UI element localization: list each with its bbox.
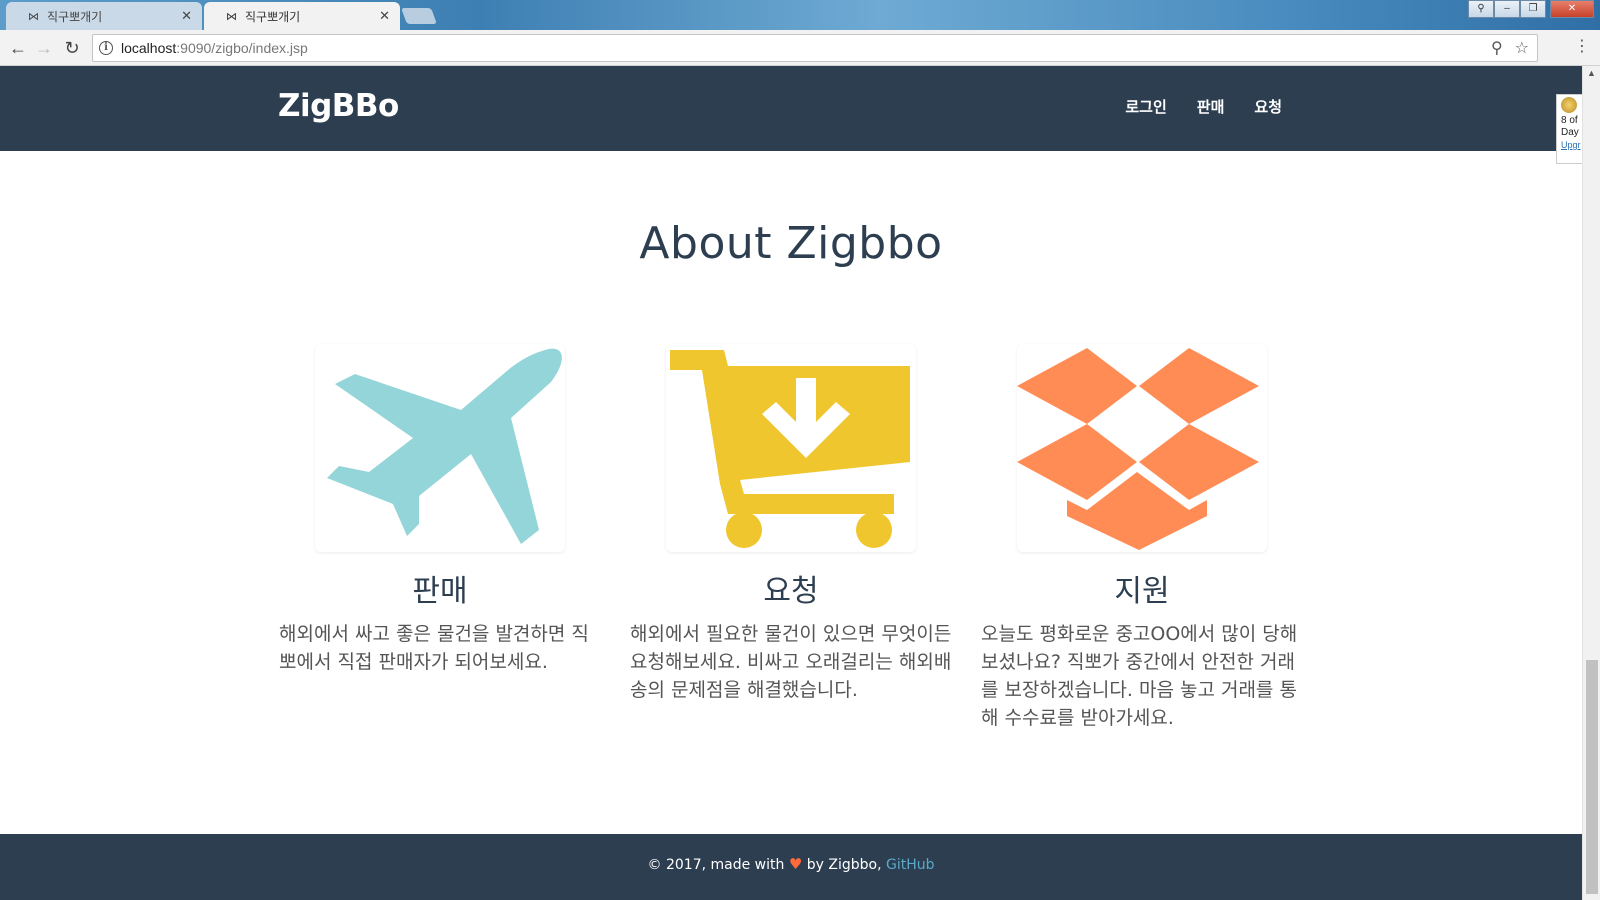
forward-arrow-icon[interactable]: → xyxy=(32,36,56,60)
feature-heading: 요청 xyxy=(763,574,819,609)
feature-text: 해외에서 싸고 좋은 물건을 발견하면 직뽀에서 직접 판매자가 되어보세요. xyxy=(279,623,589,673)
url-path: :9090/zigbo/index.jsp xyxy=(176,40,308,56)
about-title: About Zigbbo xyxy=(639,218,943,269)
url-text: localhost:9090/zigbo/index.jsp xyxy=(121,40,308,56)
airplane-icon xyxy=(327,348,562,544)
tab-title: 직구뽀개기 xyxy=(245,9,301,24)
footer-middle: by Zigbbo, xyxy=(806,857,882,873)
extension-widget[interactable]: 8 of Day Upgr xyxy=(1556,94,1582,164)
feature-text: 해외에서 필요한 물건이 있으면 무엇이든 요청해보세요. 비싸고 오래걸리는 … xyxy=(630,623,952,701)
scroll-up-arrow-icon[interactable]: ▲ xyxy=(1587,68,1596,78)
page-scrollbar[interactable]: ▲ xyxy=(1582,66,1600,900)
widget-line1: 8 of xyxy=(1561,115,1578,126)
minimize-button[interactable]: – xyxy=(1494,0,1520,18)
feature-text: 오늘도 평화로운 중고OO에서 많이 당해보셨나요? 직뽀가 중간에서 안전한 … xyxy=(981,623,1298,729)
clock-icon xyxy=(1561,97,1577,113)
bowtie-icon: ⋈ xyxy=(226,9,237,23)
widget-upgrade-link[interactable]: Upgr xyxy=(1561,140,1581,150)
cart-download-icon xyxy=(670,350,910,548)
widget-line2: Day xyxy=(1561,127,1579,138)
bookmark-star-icon[interactable]: ☆ xyxy=(1515,38,1529,58)
back-arrow-icon[interactable]: ← xyxy=(6,36,30,60)
profile-icon[interactable]: ⚲ xyxy=(1468,0,1494,18)
menu-dots-icon[interactable]: ⋮ xyxy=(1574,36,1590,56)
heart-icon: ♥ xyxy=(788,855,803,873)
url-host: localhost xyxy=(121,40,177,56)
nav-login[interactable]: 로그인 xyxy=(1125,96,1166,117)
feature-image xyxy=(1017,344,1267,552)
feature-image xyxy=(666,344,916,552)
nav-sell[interactable]: 판매 xyxy=(1197,96,1225,117)
page-viewport: ZigBBo 로그인 판매 요청 8 of Day Upgr About Zig… xyxy=(0,66,1582,900)
bowtie-icon: ⋈ xyxy=(28,9,39,23)
site-nav-links: 로그인 판매 요청 xyxy=(1125,96,1282,117)
browser-titlebar: ⋈ 직구뽀개기 ✕ ⋈ 직구뽀개기 ✕ ⚲ – ❐ ✕ xyxy=(0,0,1600,30)
feature-image xyxy=(315,344,565,552)
address-bar[interactable]: i localhost:9090/zigbo/index.jsp ⚲ ☆ xyxy=(92,34,1538,62)
footer-prefix: © 2017, made with xyxy=(647,857,785,873)
site-brand[interactable]: ZigBBo xyxy=(278,88,399,124)
tab-close-icon[interactable]: ✕ xyxy=(181,9,192,24)
tab-title: 직구뽀개기 xyxy=(47,9,103,24)
info-icon[interactable]: i xyxy=(99,41,113,55)
feature-heading: 지원 xyxy=(1114,574,1170,609)
tab-close-icon[interactable]: ✕ xyxy=(379,9,390,24)
github-link[interactable]: GitHub xyxy=(886,857,935,873)
site-footer: © 2017, made with ♥ by Zigbbo, GitHub xyxy=(0,834,1582,900)
browser-tab[interactable]: ⋈ 직구뽀개기 ✕ xyxy=(6,2,202,30)
browser-tab-active[interactable]: ⋈ 직구뽀개기 ✕ xyxy=(204,2,400,30)
reload-icon[interactable]: ↻ xyxy=(60,36,84,60)
site-navbar: ZigBBo 로그인 판매 요청 xyxy=(0,66,1582,151)
nav-request[interactable]: 요청 xyxy=(1254,96,1282,117)
dropbox-icon xyxy=(1017,348,1259,550)
new-tab-button[interactable] xyxy=(401,8,437,24)
zoom-icon[interactable]: ⚲ xyxy=(1491,38,1503,58)
feature-heading: 판매 xyxy=(412,574,468,609)
browser-toolbar: ← → ↻ i localhost:9090/zigbo/index.jsp ⚲… xyxy=(0,30,1600,66)
scrollbar-thumb[interactable] xyxy=(1586,660,1598,894)
maximize-button[interactable]: ❐ xyxy=(1520,0,1546,18)
close-window-button[interactable]: ✕ xyxy=(1550,0,1594,18)
